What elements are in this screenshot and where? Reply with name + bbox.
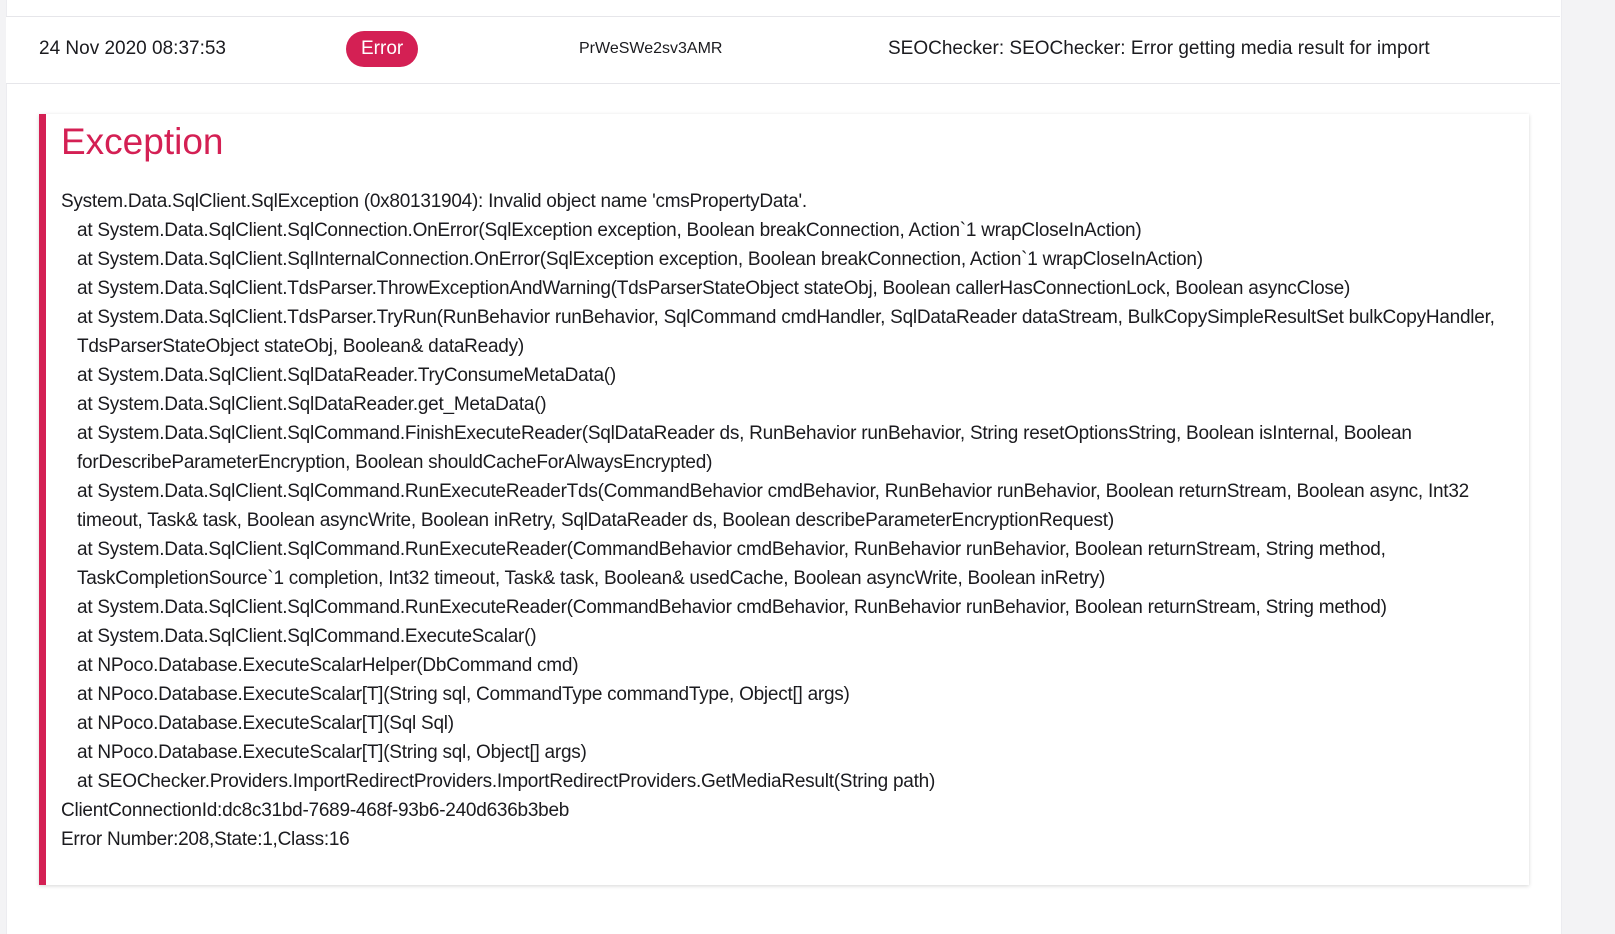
stack-trace-line: at SEOChecker.Providers.ImportRedirectPr… bbox=[77, 771, 936, 792]
stack-trace-line: at NPoco.Database.ExecuteScalar[T](Strin… bbox=[77, 684, 850, 705]
stack-trace-line: at System.Data.SqlClient.TdsParser.TryRu… bbox=[77, 307, 1495, 357]
stack-trace-line: at NPoco.Database.ExecuteScalarHelper(Db… bbox=[77, 655, 579, 676]
stack-trace-line: at System.Data.SqlClient.SqlInternalConn… bbox=[77, 249, 1203, 270]
stack-trace-line: at NPoco.Database.ExecuteScalar[T](Sql S… bbox=[77, 713, 454, 734]
stack-trace-line: at System.Data.SqlClient.SqlCommand.RunE… bbox=[77, 481, 1469, 531]
error-level-badge: Error bbox=[346, 30, 419, 67]
stack-trace-line: at System.Data.SqlClient.SqlCommand.RunE… bbox=[77, 597, 1387, 618]
log-message: SEOChecker: SEOChecker: Error getting me… bbox=[888, 38, 1430, 59]
stack-trace-line: at System.Data.SqlClient.SqlDataReader.T… bbox=[77, 365, 616, 386]
stack-trace-line: at NPoco.Database.ExecuteScalar[T](Strin… bbox=[77, 742, 587, 763]
log-timestamp: 24 Nov 2020 08:37:53 bbox=[39, 38, 226, 59]
log-level-cell: Error bbox=[346, 17, 419, 83]
stack-trace-line: at System.Data.SqlClient.SqlCommand.RunE… bbox=[77, 539, 1386, 589]
stack-trace-line: at System.Data.SqlClient.SqlDataReader.g… bbox=[77, 394, 547, 415]
stack-trace-line: at System.Data.SqlClient.TdsParser.Throw… bbox=[77, 278, 1351, 299]
stack-trace-line: at System.Data.SqlClient.SqlCommand.Exec… bbox=[77, 626, 537, 647]
exception-title: Exception bbox=[61, 121, 224, 162]
stack-trace-line: ClientConnectionId:dc8c31bd-7689-468f-93… bbox=[61, 800, 570, 821]
log-entry-row[interactable]: 24 Nov 2020 08:37:53 Error PrWeSWe2sv3AM… bbox=[6, 16, 1560, 84]
exception-card: Exception System.Data.SqlClient.SqlExcep… bbox=[39, 114, 1529, 885]
stack-trace-line: System.Data.SqlClient.SqlException (0x80… bbox=[61, 191, 807, 212]
stack-trace-line: at System.Data.SqlClient.SqlConnection.O… bbox=[77, 220, 1142, 241]
log-trace-id: PrWeSWe2sv3AMR bbox=[579, 40, 723, 57]
exception-stack-trace: System.Data.SqlClient.SqlException (0x80… bbox=[61, 187, 1521, 854]
stack-trace-line: Error Number:208,State:1,Class:16 bbox=[61, 829, 350, 850]
stack-trace-line: at System.Data.SqlClient.SqlCommand.Fini… bbox=[77, 423, 1412, 473]
